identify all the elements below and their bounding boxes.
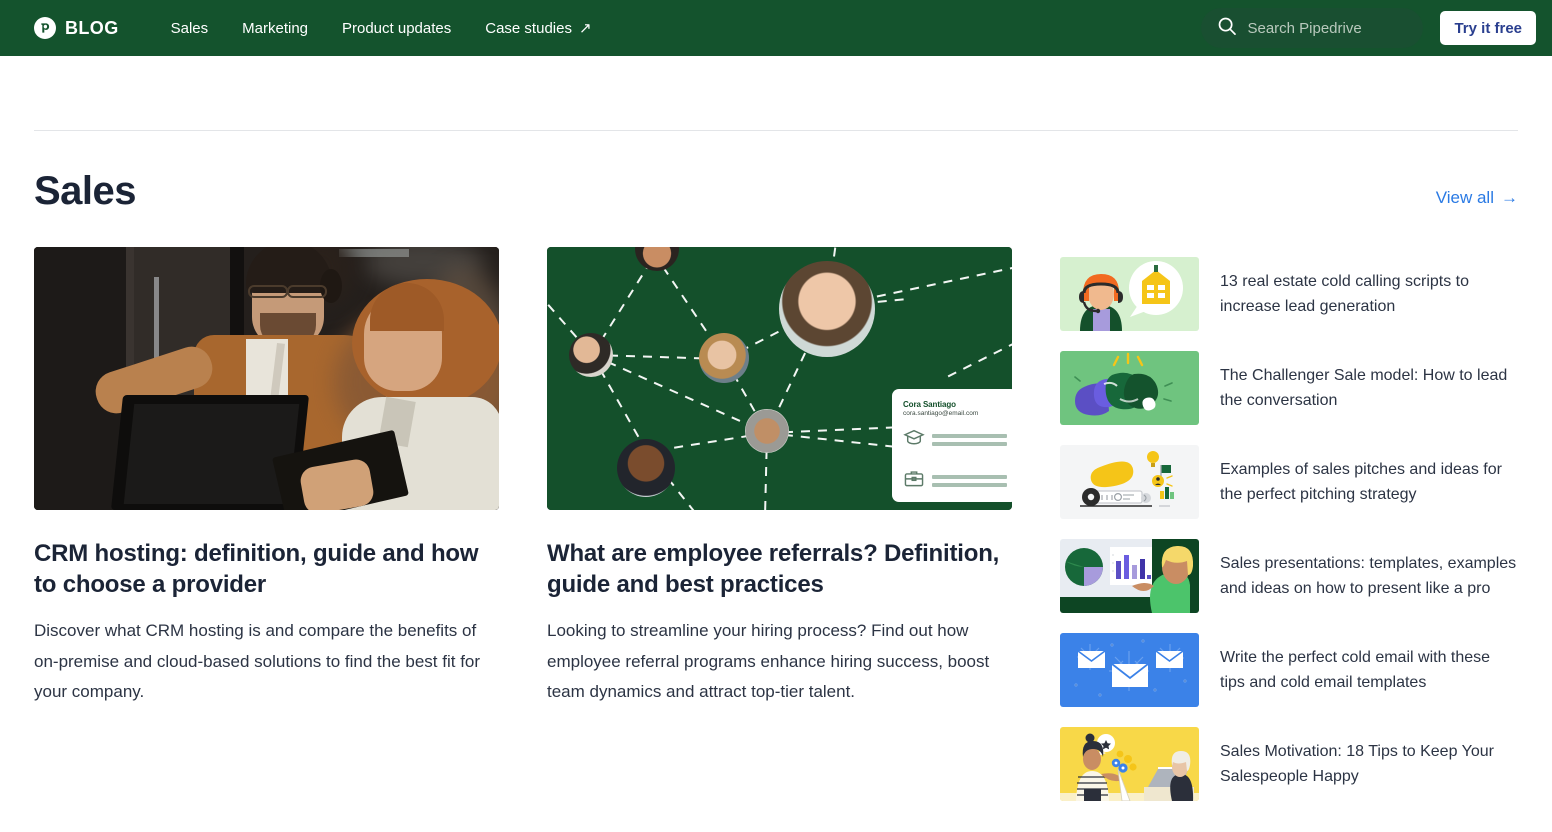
thumbnail-megaphone-gramophone bbox=[1060, 445, 1199, 519]
search-icon bbox=[1217, 16, 1237, 41]
contact-name: Cora Santiago bbox=[903, 400, 956, 409]
nav-item-case-studies[interactable]: Case studies ↗ bbox=[485, 20, 591, 37]
feature-image-referral-network: Cora Santiago cora.santiago@email.com bbox=[547, 247, 1012, 510]
nav-item-label: Product updates bbox=[342, 19, 452, 37]
nav-item-product-updates[interactable]: Product updates bbox=[342, 20, 451, 37]
work-placeholder-lines bbox=[932, 474, 1007, 487]
articles-grid: CRM hosting: definition, guide and how t… bbox=[34, 247, 1518, 811]
feature-card[interactable]: Cora Santiago cora.santiago@email.com Wh… bbox=[547, 247, 1012, 811]
list-item-title: The Challenger Sale model: How to lead t… bbox=[1220, 366, 1508, 409]
search-box[interactable] bbox=[1201, 8, 1424, 48]
avatar bbox=[569, 333, 613, 377]
primary-nav: Sales Marketing Product updates Case stu… bbox=[171, 20, 592, 37]
graduation-cap-icon bbox=[903, 428, 925, 451]
education-placeholder-lines bbox=[932, 433, 1007, 446]
nav-item-label: Case studies bbox=[485, 19, 572, 37]
list-item[interactable]: Write the perfect cold email with these … bbox=[1060, 623, 1518, 717]
thumbnail-cold-email-envelopes bbox=[1060, 633, 1199, 707]
feature-card[interactable]: CRM hosting: definition, guide and how t… bbox=[34, 247, 499, 811]
brand-logo[interactable]: BLOG bbox=[34, 17, 119, 39]
thumbnail-call-agent-house bbox=[1060, 257, 1199, 331]
view-all-link[interactable]: View all → bbox=[1436, 188, 1518, 211]
briefcase-icon bbox=[903, 469, 925, 492]
section-divider bbox=[34, 130, 1518, 131]
arrow-right-icon: → bbox=[1501, 188, 1518, 207]
list-item[interactable]: Sales Motivation: 18 Tips to Keep Your S… bbox=[1060, 717, 1518, 811]
avatar bbox=[745, 409, 789, 453]
work-row bbox=[903, 469, 1007, 492]
page-content: Sales View all → CRM hosting: definition… bbox=[0, 130, 1552, 811]
site-header: BLOG Sales Marketing Product updates Cas… bbox=[0, 0, 1552, 56]
contact-card: Cora Santiago cora.santiago@email.com bbox=[892, 389, 1012, 502]
education-row bbox=[903, 428, 1007, 451]
nav-item-label: Marketing bbox=[242, 19, 308, 37]
list-item[interactable]: Examples of sales pitches and ideas for … bbox=[1060, 435, 1518, 529]
avatar bbox=[699, 333, 749, 383]
list-item-title: Sales Motivation: 18 Tips to Keep Your S… bbox=[1220, 742, 1494, 785]
external-link-arrow-icon: ↗ bbox=[578, 19, 592, 37]
feature-description: Discover what CRM hosting is and compare… bbox=[34, 621, 481, 701]
nav-item-sales[interactable]: Sales bbox=[171, 20, 209, 37]
brand-name: BLOG bbox=[65, 17, 119, 38]
pipedrive-p-logo-icon bbox=[34, 17, 56, 39]
search-input[interactable] bbox=[1247, 19, 1408, 37]
avatar bbox=[779, 261, 875, 357]
related-articles-list: 13 real estate cold calling scripts to i… bbox=[1060, 247, 1518, 811]
list-item[interactable]: Sales presentations: templates, examples… bbox=[1060, 529, 1518, 623]
list-item-title: Examples of sales pitches and ideas for … bbox=[1220, 460, 1502, 503]
view-all-label: View all bbox=[1435, 188, 1494, 207]
nav-item-marketing[interactable]: Marketing bbox=[242, 20, 308, 37]
thumbnail-presentation-charts bbox=[1060, 539, 1199, 613]
list-item[interactable]: The Challenger Sale model: How to lead t… bbox=[1060, 341, 1518, 435]
feature-title: What are employee referrals? Definition,… bbox=[547, 540, 1000, 598]
list-item-title: Sales presentations: templates, examples… bbox=[1220, 554, 1517, 597]
nav-item-label: Sales bbox=[170, 19, 209, 37]
list-item-title: Write the perfect cold email with these … bbox=[1220, 648, 1491, 691]
header-right-group: Try it free bbox=[1201, 8, 1536, 48]
list-item[interactable]: 13 real estate cold calling scripts to i… bbox=[1060, 247, 1518, 341]
feature-image-server-room bbox=[34, 247, 499, 510]
section-header: Sales View all → bbox=[34, 171, 1518, 211]
feature-title: CRM hosting: definition, guide and how t… bbox=[34, 540, 479, 598]
thumbnail-boxing-gloves bbox=[1060, 351, 1199, 425]
contact-email: cora.santiago@email.com bbox=[903, 410, 979, 417]
feature-description: Looking to streamline your hiring proces… bbox=[547, 621, 990, 701]
try-it-free-button[interactable]: Try it free bbox=[1440, 11, 1536, 45]
thumbnail-office-flowers bbox=[1060, 727, 1199, 801]
avatar bbox=[617, 439, 675, 497]
list-item-title: 13 real estate cold calling scripts to i… bbox=[1220, 272, 1470, 315]
page-title: Sales bbox=[34, 169, 137, 213]
